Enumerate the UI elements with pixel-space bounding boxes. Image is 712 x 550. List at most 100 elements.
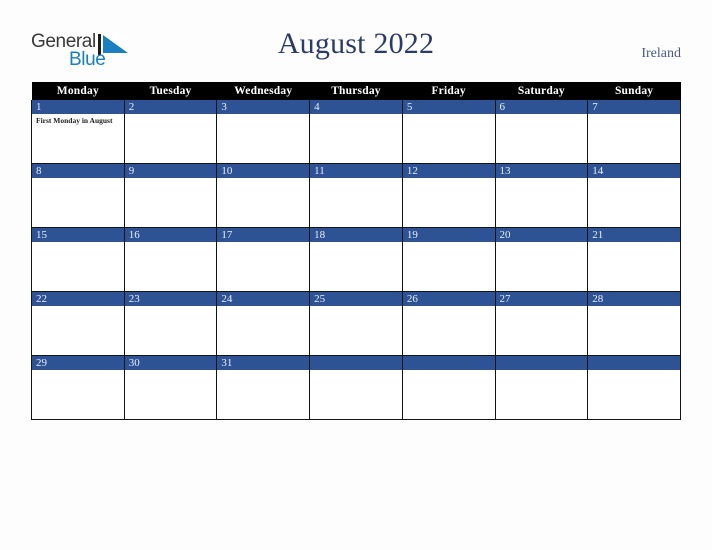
day-cell[interactable]: 4: [309, 100, 403, 164]
day-number: 20: [495, 228, 588, 242]
day-number: [588, 356, 680, 370]
day-event: First Monday in August: [36, 116, 113, 125]
day-cell[interactable]: [494, 355, 589, 420]
day-event: [125, 114, 217, 116]
day-event: [125, 242, 217, 244]
day-event: [310, 114, 402, 116]
day-cell[interactable]: 7: [587, 100, 681, 164]
page-header: General Blue August 2022 Ireland: [0, 0, 712, 82]
day-cell[interactable]: 27: [494, 291, 589, 356]
day-event: [403, 370, 495, 372]
day-number: [310, 356, 402, 370]
day-cell[interactable]: 8: [31, 163, 125, 228]
day-event: [32, 370, 124, 372]
day-cell[interactable]: 17: [216, 227, 311, 292]
country-label: Ireland: [641, 46, 681, 61]
day-event: [217, 306, 309, 308]
day-cell[interactable]: 5: [401, 100, 496, 164]
day-number: 23: [124, 292, 217, 306]
weekday-header-tuesday: Tuesday: [124, 82, 217, 100]
day-cell[interactable]: [309, 355, 403, 420]
day-number: 8: [32, 164, 124, 178]
day-cell[interactable]: 6: [494, 100, 589, 164]
weekday-header-thursday: Thursday: [309, 82, 403, 100]
day-cell[interactable]: 11: [309, 163, 403, 228]
day-cell[interactable]: 24: [216, 291, 311, 356]
day-event: [588, 114, 680, 116]
day-number: 27: [495, 292, 588, 306]
day-event: [403, 306, 495, 308]
day-number: 5: [402, 100, 495, 114]
day-number: 1: [32, 100, 124, 114]
weekday-header-wednesday: Wednesday: [216, 82, 310, 100]
day-cell[interactable]: 20: [494, 227, 589, 292]
day-number: 26: [402, 292, 495, 306]
day-event: [217, 242, 309, 244]
day-cell[interactable]: 12: [401, 163, 496, 228]
day-number: 4: [310, 100, 402, 114]
day-cell[interactable]: 23: [123, 291, 218, 356]
day-number: 30: [124, 356, 217, 370]
day-event: [310, 370, 402, 372]
day-number: 21: [588, 228, 680, 242]
day-number: 17: [217, 228, 310, 242]
day-number: [495, 356, 588, 370]
day-number: 22: [32, 292, 124, 306]
day-event: [125, 178, 217, 180]
day-event: [310, 178, 402, 180]
day-cell[interactable]: 9: [123, 163, 218, 228]
day-cell[interactable]: [587, 355, 681, 420]
day-number: 11: [310, 164, 402, 178]
weekday-header-monday: Monday: [31, 82, 125, 100]
day-number: 2: [124, 100, 217, 114]
day-number: 18: [310, 228, 402, 242]
day-event: [496, 114, 588, 116]
day-event: [403, 242, 495, 244]
day-cell[interactable]: 31: [216, 355, 311, 420]
day-cell[interactable]: 30: [123, 355, 218, 420]
day-cell[interactable]: 19: [401, 227, 496, 292]
calendar-week-row: 15 16 17 18 19 20 21: [31, 227, 681, 292]
month-calendar-table: Monday Tuesday Wednesday Thursday Friday…: [31, 82, 681, 420]
calendar-week-row: 29 30 31: [31, 355, 681, 420]
day-cell[interactable]: 29: [31, 355, 125, 420]
day-event: [32, 178, 124, 180]
day-number: 16: [124, 228, 217, 242]
day-cell[interactable]: 21: [587, 227, 681, 292]
day-number: 19: [402, 228, 495, 242]
day-event: [125, 370, 217, 372]
day-number: 14: [588, 164, 680, 178]
day-cell[interactable]: 25: [309, 291, 403, 356]
day-cell[interactable]: 14: [587, 163, 681, 228]
day-number: 3: [217, 100, 310, 114]
day-event: [588, 178, 680, 180]
day-cell[interactable]: [401, 355, 496, 420]
day-event: [588, 242, 680, 244]
day-event: [496, 306, 588, 308]
day-cell[interactable]: 26: [401, 291, 496, 356]
day-cell[interactable]: 15: [31, 227, 125, 292]
day-number: 31: [217, 356, 310, 370]
calendar-week-row: 1 First Monday in August 2 3 4 5 6 7: [31, 100, 681, 164]
day-cell[interactable]: 3: [216, 100, 311, 164]
day-event: [310, 306, 402, 308]
day-cell[interactable]: 22: [31, 291, 125, 356]
day-cell[interactable]: 2: [123, 100, 218, 164]
day-number: 7: [588, 100, 680, 114]
day-number: 12: [402, 164, 495, 178]
day-number: 6: [495, 100, 588, 114]
day-cell[interactable]: 1 First Monday in August: [31, 100, 125, 164]
day-event: [496, 370, 588, 372]
day-cell[interactable]: 10: [216, 163, 311, 228]
day-number: 25: [310, 292, 402, 306]
day-event: [217, 178, 309, 180]
page-title: August 2022: [277, 27, 435, 60]
day-cell[interactable]: 16: [123, 227, 218, 292]
day-number: 10: [217, 164, 310, 178]
day-cell[interactable]: 28: [587, 291, 681, 356]
day-event: [32, 306, 124, 308]
day-number: 15: [32, 228, 124, 242]
day-cell[interactable]: 18: [309, 227, 403, 292]
day-cell[interactable]: 13: [494, 163, 589, 228]
weekday-header-friday: Friday: [402, 82, 496, 100]
